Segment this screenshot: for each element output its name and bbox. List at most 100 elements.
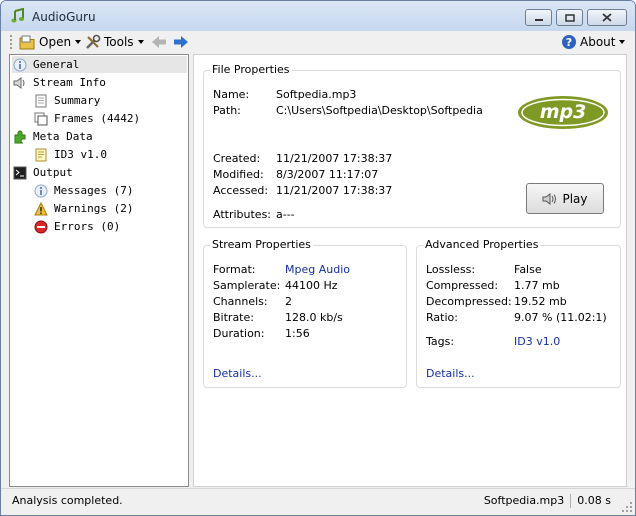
tree-item-frames[interactable]: Frames (4442) [33, 110, 140, 127]
file-properties-group: File Properties Name: Softpedia.mp3 Path… [203, 63, 621, 228]
status-message: Analysis completed. [12, 494, 123, 507]
open-menu-button[interactable]: Open [19, 33, 82, 51]
console-icon [12, 165, 28, 181]
resize-grip-icon[interactable] [621, 501, 633, 513]
accessed-value: 11/21/2007 17:38:37 [276, 184, 393, 197]
maximize-button[interactable] [556, 9, 583, 26]
info-icon [33, 183, 49, 199]
channels-label: Channels: [213, 295, 268, 308]
ratio-label: Ratio: [426, 311, 458, 324]
tree-label-meta-data: Meta Data [33, 130, 93, 143]
modified-label: Modified: [213, 168, 264, 181]
arrow-right-icon [174, 36, 188, 48]
svg-text:?: ? [566, 36, 572, 49]
modified-value: 8/3/2007 11:17:07 [276, 168, 379, 181]
chevron-down-icon [75, 40, 82, 44]
tree-item-meta-data[interactable]: Meta Data [12, 128, 93, 145]
name-value: Softpedia.mp3 [276, 88, 357, 101]
document-icon [33, 93, 49, 109]
window-title: AudioGuru [32, 10, 96, 24]
tree-label-warnings: Warnings (2) [54, 202, 134, 215]
mp3-logo-text: mp3 [539, 101, 587, 123]
path-value: C:\Users\Softpedia\Desktop\Softpedia [276, 104, 483, 117]
chevron-down-icon [137, 40, 144, 44]
tree-item-stream-info[interactable]: Stream Info [12, 74, 106, 91]
navigation-tree: General Stream Info Summary Frames (4442… [9, 54, 189, 487]
tree-item-summary[interactable]: Summary [33, 92, 100, 109]
play-label: Play [562, 191, 588, 206]
advanced-details-link[interactable]: Details... [426, 367, 475, 380]
stream-properties-title: Stream Properties [210, 238, 313, 251]
tree-label-id3: ID3 v1.0 [54, 148, 107, 161]
tools-menu-button[interactable]: Tools [85, 33, 144, 51]
tree-item-errors[interactable]: Errors (0) [33, 218, 120, 235]
minimize-icon [534, 18, 543, 21]
status-time: 0.08 s [577, 494, 611, 507]
status-file: Softpedia.mp3 [483, 494, 565, 507]
tree-label-frames: Frames (4442) [54, 112, 141, 125]
tags-label: Tags: [426, 335, 455, 348]
tree-item-output[interactable]: Output [12, 164, 73, 181]
attributes-value: a--- [276, 208, 295, 221]
forward-button[interactable] [173, 33, 189, 51]
tree-item-id3[interactable]: ID3 v1.0 [33, 146, 107, 163]
tree-label-summary: Summary [54, 94, 101, 107]
tree-label-messages: Messages (7) [54, 184, 134, 197]
close-icon [602, 13, 612, 22]
format-value[interactable]: Mpeg Audio [285, 263, 350, 276]
tree-label-output: Output [33, 166, 73, 179]
status-separator [570, 494, 572, 508]
status-bar: Analysis completed. Softpedia.mp3 0.08 s [1, 488, 635, 515]
decompressed-value: 19.52 mb [514, 295, 567, 308]
created-value: 11/21/2007 17:38:37 [276, 152, 393, 165]
format-label: Format: [213, 263, 256, 276]
advanced-properties-title: Advanced Properties [423, 238, 541, 251]
about-menu-button[interactable]: ? About [561, 33, 626, 51]
tree-item-messages[interactable]: Messages (7) [33, 182, 133, 199]
channels-value: 2 [285, 295, 292, 308]
error-icon [33, 219, 49, 235]
tree-label-general: General [33, 58, 80, 71]
puzzle-icon [12, 129, 28, 145]
tree-item-warnings[interactable]: Warnings (2) [33, 200, 133, 217]
properties-panel: File Properties Name: Softpedia.mp3 Path… [193, 54, 627, 487]
open-label: Open [39, 35, 72, 49]
toolbar-grip [10, 33, 13, 51]
file-properties-title: File Properties [210, 63, 292, 76]
tree-item-general[interactable]: General [12, 56, 187, 73]
tree-label-errors: Errors (0) [54, 220, 121, 233]
samplerate-label: Samplerate: [213, 279, 281, 292]
accessed-label: Accessed: [213, 184, 269, 197]
stream-properties-group: Stream Properties Format: Mpeg Audio Sam… [203, 238, 407, 388]
app-window: AudioGuru Open Tools ? About General Str… [0, 0, 636, 516]
decompressed-label: Decompressed: [426, 295, 512, 308]
compressed-label: Compressed: [426, 279, 499, 292]
bitrate-value: 128.0 kb/s [285, 311, 343, 324]
ratio-value: 9.07 % (11.02:1) [514, 311, 607, 324]
tag-document-icon [33, 147, 49, 163]
advanced-properties-group: Advanced Properties Lossless: False Comp… [416, 238, 621, 388]
back-button[interactable] [151, 33, 167, 51]
lossless-value: False [514, 263, 542, 276]
about-label: About [580, 35, 616, 49]
compressed-value: 1.77 mb [514, 279, 560, 292]
arrow-left-icon [152, 36, 166, 48]
path-label: Path: [213, 104, 241, 117]
speaker-icon [12, 75, 28, 91]
close-button[interactable] [587, 9, 627, 26]
info-icon [12, 57, 28, 73]
tools-label: Tools [104, 35, 134, 49]
play-button[interactable]: Play [526, 183, 604, 214]
name-label: Name: [213, 88, 250, 101]
bitrate-label: Bitrate: [213, 311, 254, 324]
tools-icon [86, 34, 101, 49]
lossless-label: Lossless: [426, 263, 476, 276]
minimize-button[interactable] [525, 9, 552, 26]
maximize-icon [564, 13, 575, 22]
stream-details-link[interactable]: Details... [213, 367, 262, 380]
speaker-icon [542, 192, 557, 205]
tags-value[interactable]: ID3 v1.0 [514, 335, 560, 348]
folder-icon [19, 35, 35, 49]
tree-label-stream-info: Stream Info [33, 76, 106, 89]
title-bar: AudioGuru [1, 1, 635, 31]
